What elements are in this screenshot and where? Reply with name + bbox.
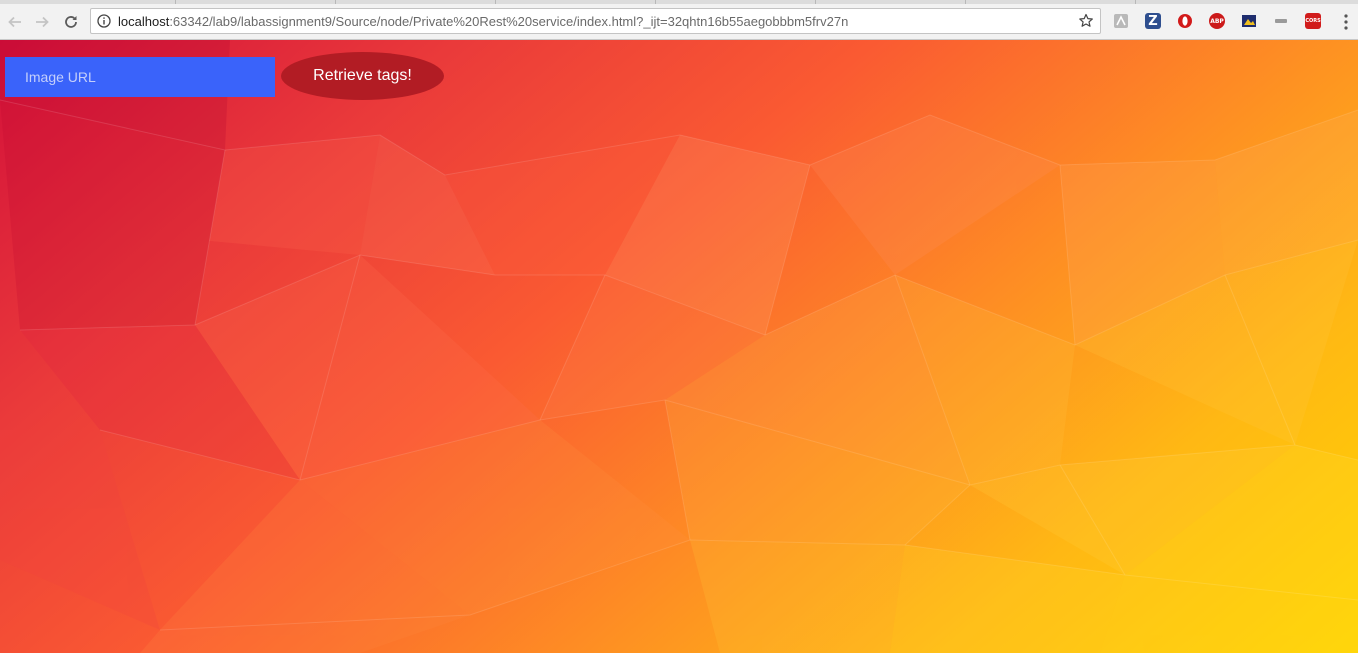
browser-toolbar: localhost:63342/lab9/labassignment9/Sour…	[0, 4, 1358, 40]
back-arrow-icon	[8, 16, 21, 27]
bookmark-extension-icon[interactable]	[1241, 13, 1257, 29]
pdf-extension-icon[interactable]	[1113, 13, 1129, 29]
bookmark-star-icon[interactable]	[1078, 13, 1094, 29]
retrieve-tags-button[interactable]: Retrieve tags!	[281, 52, 444, 100]
menu-icon[interactable]	[1338, 13, 1354, 31]
cors-extension-icon[interactable]: CORS	[1305, 13, 1321, 29]
adblock-plus-icon[interactable]: ABP	[1209, 13, 1225, 29]
address-bar[interactable]: localhost:63342/lab9/labassignment9/Sour…	[90, 8, 1101, 34]
url-text[interactable]: localhost:63342/lab9/labassignment9/Sour…	[118, 14, 848, 29]
abp-label: ABP	[1210, 17, 1224, 25]
page-background: Retrieve tags!	[0, 40, 1358, 653]
image-url-input[interactable]	[5, 57, 275, 97]
mini-extension-icon[interactable]	[1273, 13, 1289, 29]
opera-extension-icon[interactable]	[1177, 13, 1193, 29]
url-path: :63342/lab9/labassignment9/Source/node/P…	[169, 14, 849, 29]
zotero-extension-icon[interactable]: Z	[1145, 13, 1161, 29]
reload-icon	[65, 15, 77, 28]
cors-label: CORS	[1305, 18, 1321, 24]
zotero-label: Z	[1148, 13, 1158, 29]
forward-arrow-icon	[36, 16, 49, 27]
url-host: localhost	[118, 14, 170, 29]
reload-button[interactable]	[60, 4, 82, 39]
back-button[interactable]	[4, 4, 26, 39]
info-icon[interactable]	[97, 14, 111, 28]
forward-button[interactable]	[31, 4, 53, 39]
low-poly-background	[0, 40, 1358, 653]
